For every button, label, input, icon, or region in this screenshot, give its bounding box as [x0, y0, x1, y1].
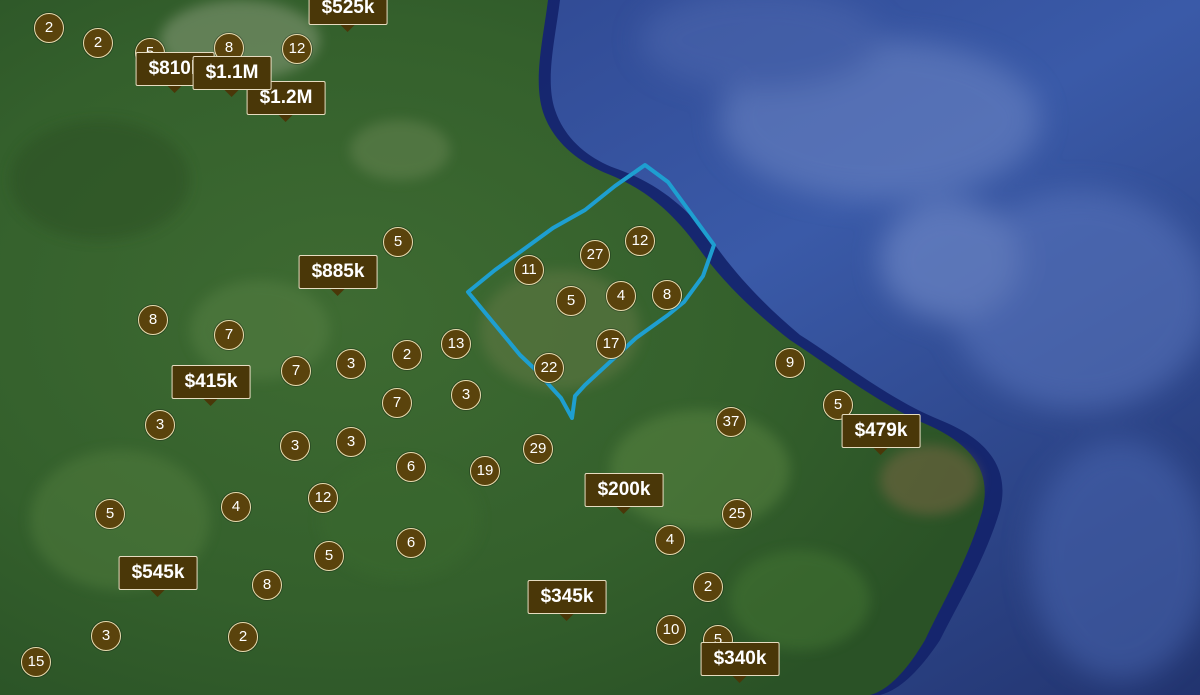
cluster-marker[interactable]: 8 — [252, 570, 282, 600]
price-tag-marker[interactable]: $1.1M — [192, 56, 272, 97]
cluster-marker[interactable]: 6 — [396, 452, 426, 482]
cluster-marker[interactable]: 19 — [470, 456, 500, 486]
cluster-marker[interactable]: 17 — [596, 329, 626, 359]
cluster-marker[interactable]: 5 — [95, 499, 125, 529]
cluster-marker[interactable]: 29 — [523, 434, 553, 464]
cluster-marker[interactable]: 5 — [383, 227, 413, 257]
cluster-marker[interactable]: 4 — [606, 281, 636, 311]
cluster-marker[interactable]: 2 — [83, 28, 113, 58]
cluster-marker[interactable]: 25 — [722, 499, 752, 529]
cluster-marker[interactable]: 7 — [281, 356, 311, 386]
cluster-marker[interactable]: 3 — [451, 380, 481, 410]
cluster-marker[interactable]: 10 — [656, 615, 686, 645]
cluster-marker[interactable]: 8 — [652, 280, 682, 310]
cluster-marker[interactable]: 9 — [775, 348, 805, 378]
cluster-marker[interactable]: 12 — [308, 483, 338, 513]
cluster-marker[interactable]: 4 — [221, 492, 251, 522]
price-tag-marker[interactable]: $885k — [298, 255, 378, 296]
cluster-marker[interactable]: 3 — [145, 410, 175, 440]
cluster-marker[interactable]: 2 — [392, 340, 422, 370]
cluster-marker[interactable]: 5 — [556, 286, 586, 316]
cluster-marker[interactable]: 3 — [280, 431, 310, 461]
price-tag-marker[interactable]: $200k — [584, 473, 664, 514]
cluster-marker[interactable]: 27 — [580, 240, 610, 270]
cluster-marker[interactable]: 12 — [282, 34, 312, 64]
cluster-marker[interactable]: 22 — [534, 353, 564, 383]
price-tag-marker[interactable]: $345k — [527, 580, 607, 621]
price-tag-marker[interactable]: $340k — [700, 642, 780, 683]
cluster-marker[interactable]: 13 — [441, 329, 471, 359]
cluster-marker[interactable]: 5 — [314, 541, 344, 571]
map-view[interactable]: 2 2 5 8 12 5 27 12 11 5 4 8 8 7 13 17 2 … — [0, 0, 1200, 695]
cluster-marker[interactable]: 3 — [91, 621, 121, 651]
cluster-marker[interactable]: 3 — [336, 349, 366, 379]
cluster-marker[interactable]: 15 — [21, 647, 51, 677]
cluster-marker[interactable]: 4 — [655, 525, 685, 555]
price-tag-marker[interactable]: $545k — [118, 556, 198, 597]
price-tag-marker[interactable]: $415k — [171, 365, 251, 406]
cluster-marker[interactable]: 8 — [138, 305, 168, 335]
cluster-marker[interactable]: 2 — [34, 13, 64, 43]
cluster-marker[interactable]: 37 — [716, 407, 746, 437]
cluster-marker[interactable]: 3 — [336, 427, 366, 457]
price-tag-marker[interactable]: $525k — [308, 0, 388, 32]
price-tag-marker[interactable]: $479k — [841, 414, 921, 455]
cluster-marker[interactable]: 2 — [693, 572, 723, 602]
cluster-marker[interactable]: 2 — [228, 622, 258, 652]
cluster-marker[interactable]: 7 — [382, 388, 412, 418]
cluster-marker[interactable]: 6 — [396, 528, 426, 558]
cluster-marker[interactable]: 7 — [214, 320, 244, 350]
cluster-marker[interactable]: 12 — [625, 226, 655, 256]
cluster-marker[interactable]: 11 — [514, 255, 544, 285]
